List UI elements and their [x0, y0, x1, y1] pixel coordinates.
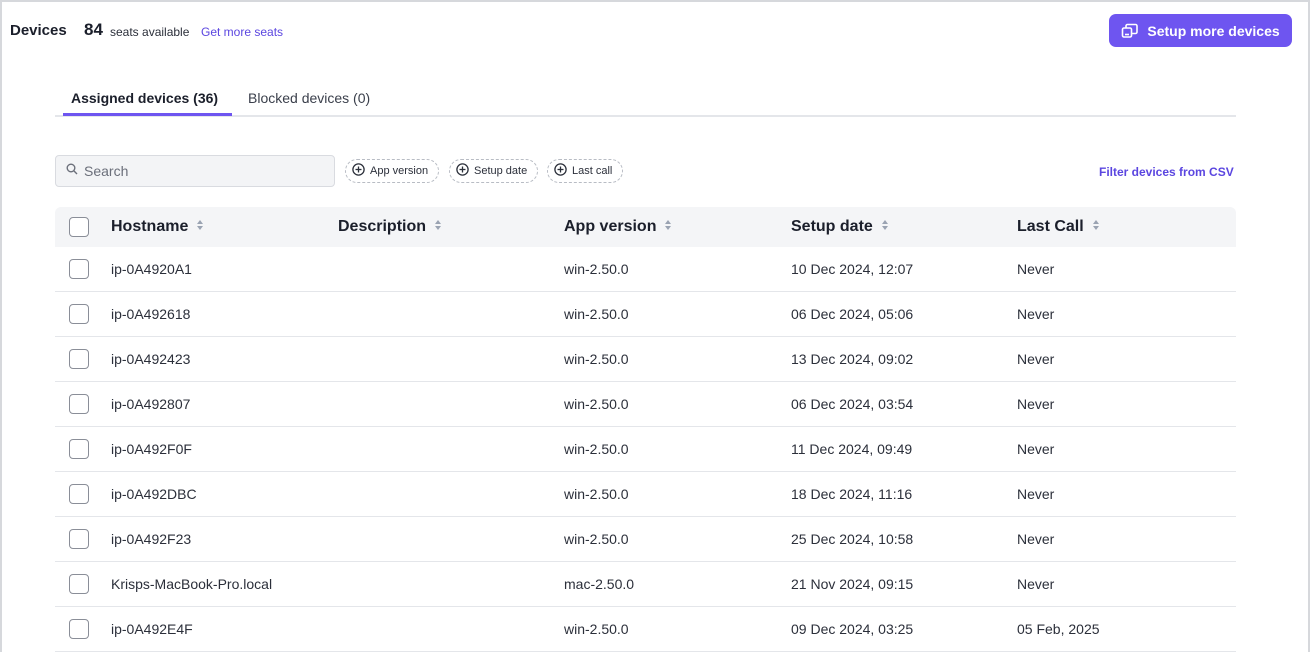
table-row[interactable]: ip-0A492E4F win-2.50.0 09 Dec 2024, 03:2…: [55, 607, 1236, 652]
setup-more-devices-button[interactable]: Setup more devices: [1109, 14, 1292, 47]
seats-label: seats available: [110, 25, 190, 39]
cell-last-call: Never: [1017, 396, 1055, 412]
cell-setup-date: 06 Dec 2024, 03:54: [791, 396, 914, 412]
setup-more-devices-label: Setup more devices: [1147, 22, 1280, 39]
filter-chip-label: Setup date: [474, 165, 528, 177]
cell-setup-date: 06 Dec 2024, 05:06: [791, 306, 914, 322]
cell-last-call: Never: [1017, 306, 1055, 322]
row-checkbox[interactable]: [69, 574, 89, 594]
column-header-description[interactable]: Description: [338, 218, 442, 236]
cell-hostname: ip-0A492F0F: [111, 441, 192, 457]
cell-hostname: ip-0A492F23: [111, 531, 192, 547]
cell-hostname: ip-0A4920A1: [111, 261, 192, 277]
table-row[interactable]: ip-0A492807 win-2.50.0 06 Dec 2024, 03:5…: [55, 382, 1236, 427]
row-checkbox[interactable]: [69, 394, 89, 414]
page-title: Devices: [10, 22, 67, 39]
cell-hostname: ip-0A492DBC: [111, 486, 197, 502]
table-row[interactable]: ip-0A492F23 win-2.50.0 25 Dec 2024, 10:5…: [55, 517, 1236, 562]
cell-setup-date: 21 Nov 2024, 09:15: [791, 576, 914, 592]
cell-setup-date: 13 Dec 2024, 09:02: [791, 351, 914, 367]
add-circle-icon: [352, 163, 365, 179]
sort-icon: [881, 218, 889, 236]
row-checkbox[interactable]: [69, 484, 89, 504]
cell-app-version: win-2.50.0: [564, 396, 629, 412]
cell-app-version: mac-2.50.0: [564, 576, 635, 592]
filter-chip-label: Last call: [572, 165, 613, 177]
devices-page: Devices 84 seats available Get more seat…: [0, 0, 1310, 652]
add-circle-icon: [554, 163, 567, 179]
filter-chip-label: App version: [370, 165, 429, 177]
row-checkbox[interactable]: [69, 439, 89, 459]
devices-icon: [1121, 23, 1139, 39]
sort-icon: [196, 218, 204, 236]
cell-hostname: ip-0A492807: [111, 396, 191, 412]
cell-app-version: win-2.50.0: [564, 486, 629, 502]
cell-setup-date: 11 Dec 2024, 09:49: [791, 441, 913, 457]
cell-setup-date: 10 Dec 2024, 12:07: [791, 261, 914, 277]
row-checkbox[interactable]: [69, 259, 89, 279]
seat-count: 84: [84, 20, 103, 39]
cell-last-call: Never: [1017, 576, 1055, 592]
tab-assigned-devices[interactable]: Assigned devices (36): [71, 90, 218, 106]
filter-chip-last-call[interactable]: Last call: [547, 159, 624, 183]
column-header-setup-date[interactable]: Setup date: [791, 218, 889, 236]
device-tabs: Assigned devices (36) Blocked devices (0…: [55, 82, 1236, 117]
cell-hostname: ip-0A492423: [111, 351, 191, 367]
cell-setup-date: 25 Dec 2024, 10:58: [791, 531, 914, 547]
cell-hostname: ip-0A492618: [111, 306, 191, 322]
cell-last-call: 05 Feb, 2025: [1017, 621, 1100, 637]
row-checkbox[interactable]: [69, 619, 89, 639]
cell-last-call: Never: [1017, 441, 1055, 457]
search-box: [55, 155, 335, 187]
table-row[interactable]: ip-0A492618 win-2.50.0 06 Dec 2024, 05:0…: [55, 292, 1236, 337]
sort-icon: [1092, 218, 1100, 236]
cell-last-call: Never: [1017, 351, 1055, 367]
table-row[interactable]: ip-0A492F0F win-2.50.0 11 Dec 2024, 09:4…: [55, 427, 1236, 472]
add-circle-icon: [456, 163, 469, 179]
cell-app-version: win-2.50.0: [564, 441, 629, 457]
filter-chip-setup-date[interactable]: Setup date: [449, 159, 539, 183]
select-all-checkbox[interactable]: [69, 217, 89, 237]
row-checkbox[interactable]: [69, 349, 89, 369]
cell-app-version: win-2.50.0: [564, 621, 629, 637]
cell-last-call: Never: [1017, 486, 1055, 502]
cell-last-call: Never: [1017, 531, 1055, 547]
column-header-last-call[interactable]: Last Call: [1017, 218, 1100, 236]
search-icon: [66, 162, 78, 180]
row-checkbox[interactable]: [69, 529, 89, 549]
table-header: Hostname Description App version Setup d…: [55, 207, 1236, 247]
cell-hostname: Krisps-MacBook-Pro.local: [111, 576, 273, 592]
table-row[interactable]: ip-0A492DBC win-2.50.0 18 Dec 2024, 11:1…: [55, 472, 1236, 517]
column-header-app-version[interactable]: App version: [564, 218, 672, 236]
cell-app-version: win-2.50.0: [564, 261, 629, 277]
filter-from-csv-link[interactable]: Filter devices from CSV: [1099, 165, 1234, 179]
cell-setup-date: 18 Dec 2024, 11:16: [791, 486, 913, 502]
cell-hostname: ip-0A492E4F: [111, 621, 193, 637]
cell-setup-date: 09 Dec 2024, 03:25: [791, 621, 914, 637]
table-row[interactable]: Krisps-MacBook-Pro.local mac-2.50.0 21 N…: [55, 562, 1236, 607]
cell-last-call: Never: [1017, 261, 1055, 277]
column-header-hostname[interactable]: Hostname: [111, 218, 204, 236]
row-checkbox[interactable]: [69, 304, 89, 324]
table-row[interactable]: ip-0A4920A1 win-2.50.0 10 Dec 2024, 12:0…: [55, 247, 1236, 292]
tab-blocked-devices[interactable]: Blocked devices (0): [248, 90, 370, 106]
sort-icon: [434, 218, 442, 236]
get-more-seats-link[interactable]: Get more seats: [201, 25, 283, 39]
cell-app-version: win-2.50.0: [564, 531, 629, 547]
cell-app-version: win-2.50.0: [564, 351, 629, 367]
search-input[interactable]: [84, 163, 314, 179]
sort-icon: [664, 218, 672, 236]
active-tab-indicator: [63, 113, 232, 116]
filter-chip-app-version[interactable]: App version: [345, 159, 440, 183]
table-row[interactable]: ip-0A492423 win-2.50.0 13 Dec 2024, 09:0…: [55, 337, 1236, 382]
cell-app-version: win-2.50.0: [564, 306, 629, 322]
